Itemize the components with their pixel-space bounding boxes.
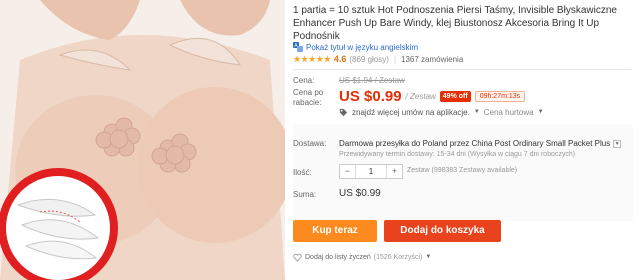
coupon-row: znajdź więcej umów na aplikacje. ▼ Cena … xyxy=(339,106,544,118)
quantity-decrease-button[interactable]: − xyxy=(340,165,355,178)
rating-separator: | xyxy=(393,54,397,64)
countdown-timer: 09h:27m:13s xyxy=(474,90,526,102)
price-label: Cena: xyxy=(293,76,315,85)
product-details: 1 partia = 10 sztuk Hot Podnoszenia Pier… xyxy=(293,0,633,280)
divider xyxy=(293,69,631,70)
discount-price-label: Cena po rabacie: xyxy=(293,88,324,107)
more-deals-link[interactable]: znajdź więcej umów na aplikacje. xyxy=(352,108,470,117)
original-price: US $1.94 / Zestaw xyxy=(339,76,405,85)
translate-title-link[interactable]: A Pokaż tytuł w języku angielskim xyxy=(293,41,418,53)
wholesale-price-link[interactable]: Cena hurtowa xyxy=(484,108,534,117)
rating-stars[interactable]: ★★★★★ xyxy=(293,54,331,65)
buy-now-button[interactable]: Kup teraz xyxy=(293,220,377,242)
discount-badge: 49% off xyxy=(439,90,471,102)
quantity-available: Zestaw (998383 Zestawy available) xyxy=(407,167,518,174)
current-price: US $0.99 xyxy=(339,87,402,105)
shipping-method[interactable]: Darmowa przesyłka do Poland przez China … xyxy=(339,139,610,148)
add-to-wishlist[interactable]: Dodaj do listy życzeń (1526 Korzyści) ▼ xyxy=(293,251,431,263)
tag-icon xyxy=(339,108,348,116)
product-photo xyxy=(0,0,285,280)
shipping-selector[interactable]: Darmowa przesyłka do Poland przez China … xyxy=(339,139,629,148)
chevron-down-icon[interactable]: ▼ xyxy=(538,109,544,115)
chevron-down-icon[interactable]: ▼ xyxy=(613,139,622,148)
rating-summary: ★★★★★ 4.6 (869 głosy) | 1367 zamówienia xyxy=(293,53,463,65)
price-row: US $0.99 / Zestaw 49% off 09h:27m:13s xyxy=(339,87,526,105)
heart-icon xyxy=(293,253,302,262)
wishlist-label[interactable]: Dodaj do listy życzeń xyxy=(305,254,371,261)
quantity-label: Ilość: xyxy=(293,168,312,177)
product-title: 1 partia = 10 sztuk Hot Podnoszenia Pier… xyxy=(293,5,617,42)
total-label: Suma: xyxy=(293,190,317,199)
rating-votes[interactable]: (869 głosy) xyxy=(349,55,389,64)
quantity-input[interactable]: 1 xyxy=(355,165,387,178)
price-unit: / Zestaw xyxy=(405,91,436,101)
chevron-down-icon[interactable]: ▼ xyxy=(474,109,480,115)
shipping-label: Dostawa: xyxy=(293,139,327,148)
chevron-down-icon[interactable]: ▼ xyxy=(425,254,431,260)
translate-label[interactable]: Pokaż tytuł w języku angielskim xyxy=(306,43,418,52)
wishlist-count: (1526 Korzyści) xyxy=(373,253,423,261)
rating-value: 4.6 xyxy=(333,54,347,64)
order-count: 1367 zamówienia xyxy=(401,54,464,64)
total-price: US $0.99 xyxy=(339,188,381,199)
product-image[interactable] xyxy=(0,0,285,280)
translate-icon: A xyxy=(293,42,303,52)
quantity-stepper[interactable]: − 1 + xyxy=(339,164,403,179)
add-to-cart-button[interactable]: Dodaj do koszyka xyxy=(384,220,501,242)
delivery-estimate: Przewidywany termin dostawy: 15-34 dni (… xyxy=(339,151,576,158)
quantity-increase-button[interactable]: + xyxy=(387,165,402,178)
